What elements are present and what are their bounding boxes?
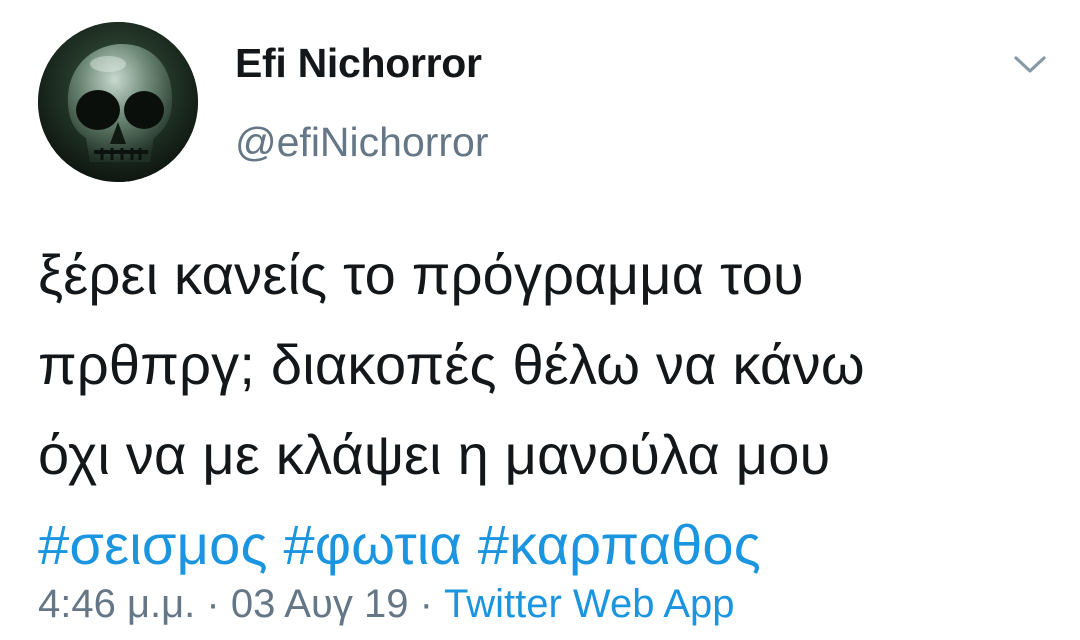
hashtag-link[interactable]: #σεισμος (38, 513, 268, 576)
tweet-source-link[interactable]: Twitter Web App (444, 582, 735, 626)
meta-separator: · (206, 582, 220, 626)
tweet-card: Efi Nichorror @efiNichorror ξέρει κανείς… (0, 0, 1080, 640)
author-name[interactable]: Efi Nichorror (235, 40, 482, 87)
chevron-down-icon[interactable] (1012, 50, 1048, 78)
hashtag-row: #σεισμος #φωτια #καρπαθος (38, 500, 1048, 590)
tweet-line: ξέρει κανείς το πρόγραμμα του (38, 243, 804, 306)
tweet-time[interactable]: 4:46 μ.μ. (38, 582, 195, 626)
avatar[interactable] (38, 22, 198, 182)
tweet-line: πρθπργ; διακοπές θέλω να κάνω (38, 333, 865, 396)
hashtag-link[interactable]: #φωτια (283, 513, 462, 576)
tweet-line: όχι να με κλάψει η μανούλα μου (38, 423, 831, 486)
author-handle[interactable]: @efiNichorror (235, 119, 489, 166)
tweet-meta: 4:46 μ.μ. · 03 Αυγ 19 · Twitter Web App (38, 582, 735, 627)
meta-separator: · (419, 582, 433, 626)
skull-icon (38, 22, 198, 182)
tweet-date[interactable]: 03 Αυγ 19 (231, 582, 409, 626)
hashtag-link[interactable]: #καρπαθος (478, 513, 761, 576)
tweet-text: ξέρει κανείς το πρόγραμμα του πρθπργ; δι… (38, 230, 1048, 590)
